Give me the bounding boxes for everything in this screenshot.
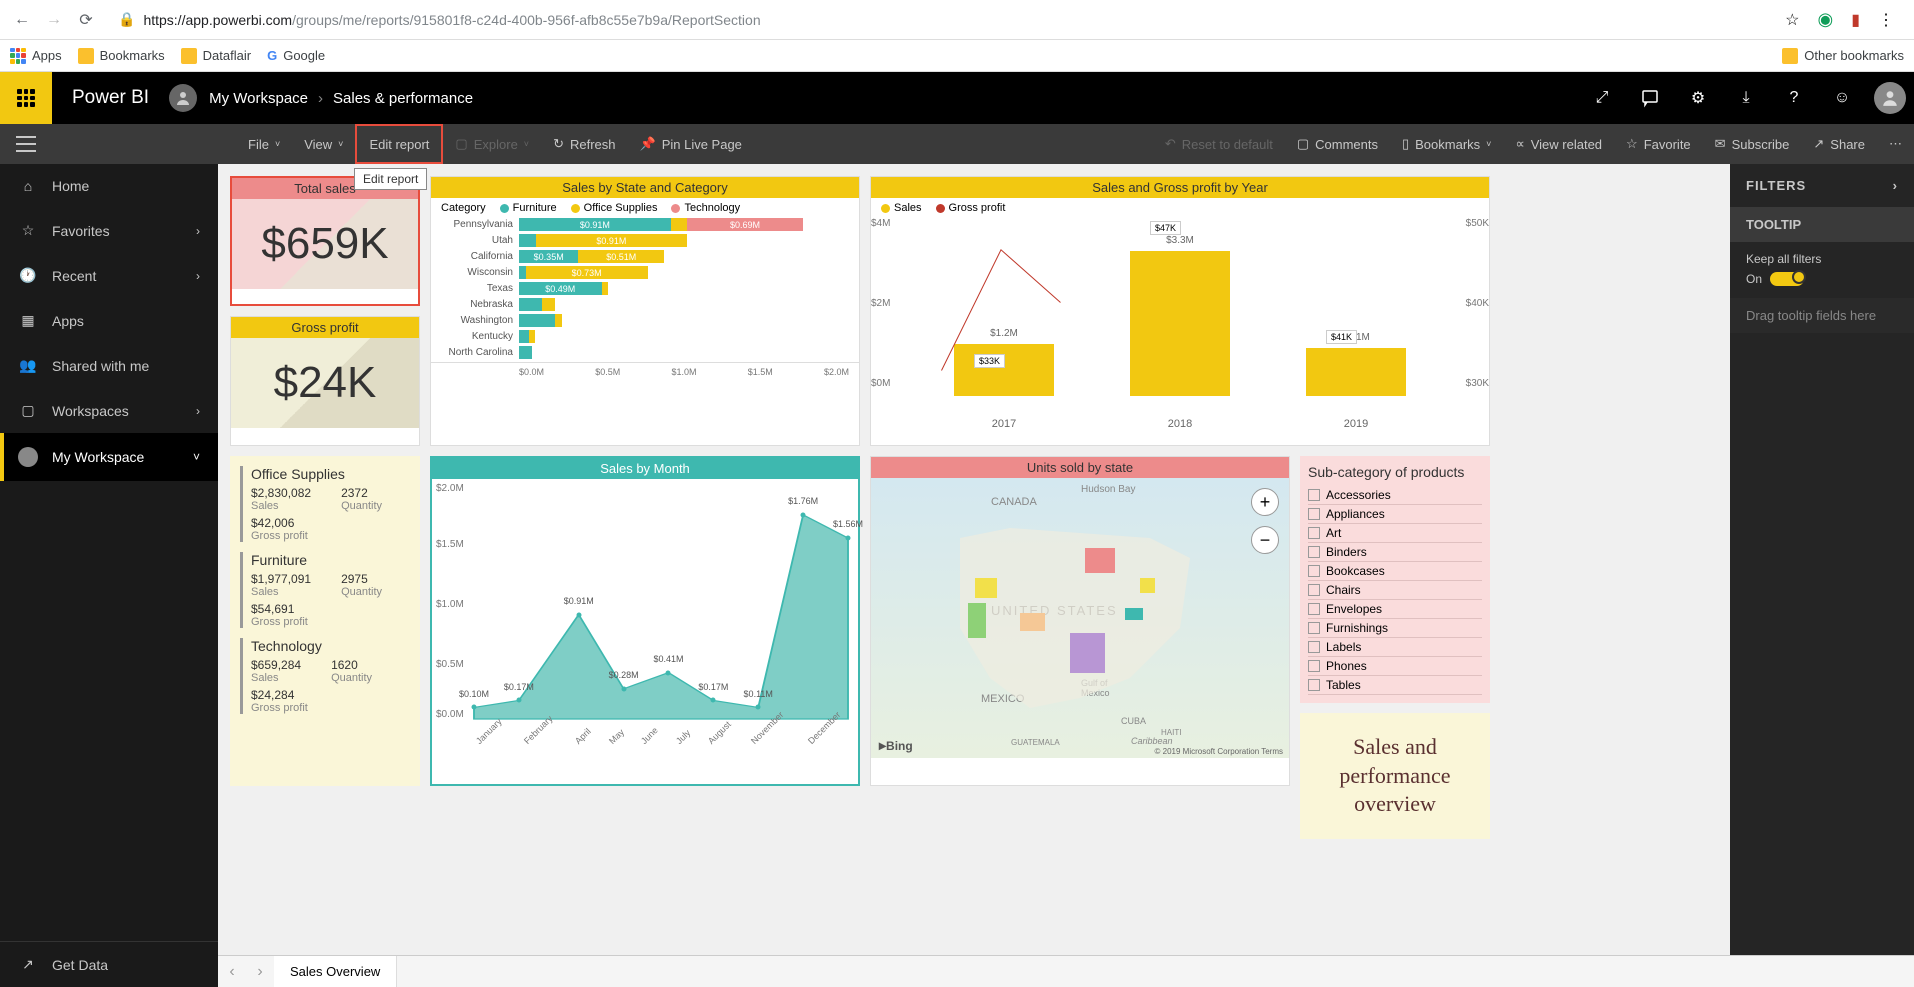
title-card: Sales and performance overview bbox=[1300, 713, 1490, 839]
bookmark-folder[interactable]: Bookmarks bbox=[78, 48, 165, 64]
app-header: Power BI My Workspace › Sales & performa… bbox=[0, 72, 1914, 124]
category-summary-panel[interactable]: Office Supplies$2,830,082Sales2372Quanti… bbox=[230, 456, 420, 786]
map-units-by-state[interactable]: Units sold by state + − CANADA Hudson Ba… bbox=[870, 456, 1290, 786]
slicer-item[interactable]: Chairs bbox=[1308, 581, 1482, 600]
chart-sales-by-state[interactable]: Sales by State and Category Category Fur… bbox=[430, 176, 860, 446]
back-button[interactable]: ← bbox=[10, 8, 34, 32]
pin-button[interactable]: 📌Pin Live Page bbox=[628, 124, 754, 164]
slicer-item[interactable]: Binders bbox=[1308, 543, 1482, 562]
tab-next[interactable]: › bbox=[246, 963, 274, 981]
slicer-item[interactable]: Labels bbox=[1308, 638, 1482, 657]
bing-logo: ▸Bing bbox=[879, 737, 913, 754]
slicer-title: Sub-category of products bbox=[1308, 464, 1482, 480]
brand-label: Power BI bbox=[52, 87, 169, 109]
extension-icon-2[interactable]: ▮ bbox=[1851, 10, 1860, 30]
explore-menu[interactable]: ▢Explore ˅ bbox=[443, 124, 541, 164]
address-bar[interactable]: 🔒 https://app.powerbi.com/groups/me/repo… bbox=[106, 5, 1777, 35]
lock-icon: 🔒 bbox=[118, 11, 135, 28]
page-tabs: ‹ › Sales Overview bbox=[218, 955, 1914, 987]
chat-button[interactable] bbox=[1626, 72, 1674, 124]
sidebar-item-workspaces[interactable]: ▢Workspaces› bbox=[0, 388, 218, 433]
slicer-subcategory[interactable]: Sub-category of products AccessoriesAppl… bbox=[1300, 456, 1490, 703]
sidebar-toggle[interactable] bbox=[16, 136, 36, 152]
breadcrumb: My Workspace › Sales & performance bbox=[209, 90, 473, 107]
edit-report-button[interactable]: Edit report bbox=[355, 124, 443, 164]
sidebar-item-favorites[interactable]: ☆Favorites› bbox=[0, 208, 218, 253]
sidebar-item-apps[interactable]: ▦Apps bbox=[0, 298, 218, 343]
chart-sales-by-year[interactable]: Sales and Gross profit by Year Sales Gro… bbox=[870, 176, 1490, 446]
slicer-item[interactable]: Phones bbox=[1308, 657, 1482, 676]
more-button[interactable]: ⋯ bbox=[1877, 124, 1914, 164]
comments-button[interactable]: ▢Comments bbox=[1285, 124, 1390, 164]
view-related-button[interactable]: ∝View related bbox=[1503, 124, 1614, 164]
sidebar-item-recent[interactable]: 🕐Recent› bbox=[0, 253, 218, 298]
bookmark-bar: Apps Bookmarks Dataflair GGoogle Other b… bbox=[0, 40, 1914, 72]
tooltip-drop-zone[interactable]: Drag tooltip fields here bbox=[1730, 298, 1914, 333]
sidebar-item-myworkspace[interactable]: My Workspace˅ bbox=[0, 433, 218, 481]
tooltip: Edit report bbox=[354, 168, 427, 190]
chart-title: Units sold by state bbox=[871, 457, 1289, 478]
keep-filters-label: Keep all filters bbox=[1746, 252, 1898, 266]
app-launcher[interactable] bbox=[0, 72, 52, 124]
reload-button[interactable]: ⟳ bbox=[74, 8, 98, 32]
report-toolbar: File ˅ View ˅ Edit report ▢Explore ˅ ↻Re… bbox=[0, 124, 1914, 164]
slicer-item[interactable]: Accessories bbox=[1308, 486, 1482, 505]
browser-toolbar: ← → ⟳ 🔒 https://app.powerbi.com/groups/m… bbox=[0, 0, 1914, 40]
file-menu[interactable]: File ˅ bbox=[236, 124, 292, 164]
share-button[interactable]: ↗Share bbox=[1801, 124, 1877, 164]
feedback-button[interactable]: ☺ bbox=[1818, 72, 1866, 124]
bookmark-google[interactable]: GGoogle bbox=[267, 48, 325, 63]
nav-sidebar: ⌂Home ☆Favorites› 🕐Recent› ▦Apps 👥Shared… bbox=[0, 164, 218, 987]
bookmark-folder[interactable]: Dataflair bbox=[181, 48, 251, 64]
tab-sales-overview[interactable]: Sales Overview bbox=[274, 956, 397, 987]
chart-sales-by-month[interactable]: Sales by Month $2.0M $1.5M $1.0M $0.5M $… bbox=[430, 456, 860, 786]
slicer-item[interactable]: Envelopes bbox=[1308, 600, 1482, 619]
kpi-title: Gross profit bbox=[231, 317, 419, 338]
reset-button[interactable]: ↶Reset to default bbox=[1153, 124, 1285, 164]
breadcrumb-report[interactable]: Sales & performance bbox=[333, 90, 473, 107]
settings-button[interactable]: ⚙ bbox=[1674, 72, 1722, 124]
fullscreen-button[interactable]: ⤢ bbox=[1578, 72, 1626, 124]
slicer-item[interactable]: Tables bbox=[1308, 676, 1482, 695]
chart-title: Sales by State and Category bbox=[431, 177, 859, 198]
slicer-item[interactable]: Furnishings bbox=[1308, 619, 1482, 638]
download-button[interactable]: ⤓ bbox=[1722, 72, 1770, 124]
menu-icon[interactable]: ⋮ bbox=[1878, 10, 1894, 30]
forward-button[interactable]: → bbox=[42, 8, 66, 32]
slicer-item[interactable]: Bookcases bbox=[1308, 562, 1482, 581]
sidebar-item-shared[interactable]: 👥Shared with me bbox=[0, 343, 218, 388]
chart-legend: Category Furniture Office Supplies Techn… bbox=[431, 198, 859, 218]
kpi-value: $24K bbox=[231, 338, 419, 428]
help-button[interactable]: ? bbox=[1770, 72, 1818, 124]
report-canvas: Total sales $659K Gross profit $24K Sale… bbox=[218, 164, 1730, 987]
chart-legend: Sales Gross profit bbox=[871, 198, 1489, 218]
map-attribution: © 2019 Microsoft Corporation Terms bbox=[1155, 747, 1283, 756]
sidebar-item-home[interactable]: ⌂Home bbox=[0, 164, 218, 208]
keep-filters-toggle[interactable]: On bbox=[1746, 272, 1898, 286]
sidebar-item-getdata[interactable]: ↗Get Data bbox=[0, 942, 218, 987]
filters-panel: FILTERS› TOOLTIP Keep all filters On Dra… bbox=[1730, 164, 1914, 987]
avatar-icon bbox=[169, 84, 197, 112]
view-menu[interactable]: View ˅ bbox=[292, 124, 355, 164]
apps-button[interactable]: Apps bbox=[10, 48, 62, 64]
extension-icon[interactable]: ◉ bbox=[1817, 9, 1833, 30]
tooltip-section[interactable]: TOOLTIP bbox=[1730, 207, 1914, 242]
favorite-button[interactable]: ☆Favorite bbox=[1614, 124, 1703, 164]
filters-header[interactable]: FILTERS› bbox=[1730, 164, 1914, 207]
star-icon[interactable]: ☆ bbox=[1785, 10, 1799, 30]
kpi-value: $659K bbox=[232, 199, 418, 289]
breadcrumb-workspace[interactable]: My Workspace bbox=[209, 90, 308, 107]
chart-title: Sales and Gross profit by Year bbox=[871, 177, 1489, 198]
tab-prev[interactable]: ‹ bbox=[218, 963, 246, 981]
subscribe-button[interactable]: ✉Subscribe bbox=[1703, 124, 1802, 164]
refresh-button[interactable]: ↻Refresh bbox=[541, 124, 627, 164]
profile-button[interactable] bbox=[1866, 72, 1914, 124]
kpi-total-sales[interactable]: Total sales $659K bbox=[230, 176, 420, 306]
slicer-item[interactable]: Appliances bbox=[1308, 505, 1482, 524]
chart-title: Sales by Month bbox=[432, 458, 858, 479]
bookmarks-menu[interactable]: ▯Bookmarks ˅ bbox=[1390, 124, 1503, 164]
slicer-item[interactable]: Art bbox=[1308, 524, 1482, 543]
other-bookmarks[interactable]: Other bookmarks bbox=[1782, 48, 1904, 64]
kpi-gross-profit[interactable]: Gross profit $24K bbox=[230, 316, 420, 446]
